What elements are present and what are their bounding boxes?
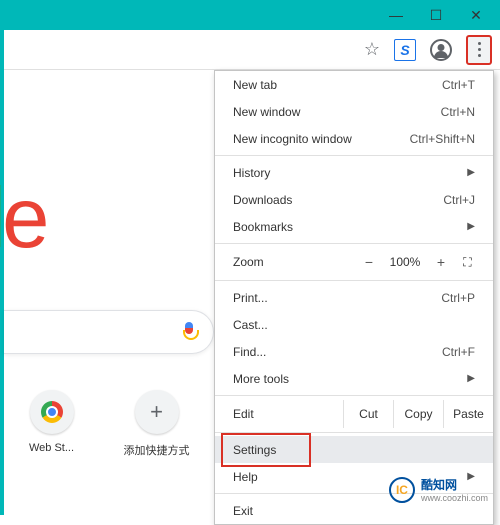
google-logo: gle — [0, 170, 45, 268]
page-content: gle Web St... + 添加快捷方式 New tabCtrl+T New… — [4, 70, 500, 515]
zoom-out-button[interactable]: − — [355, 254, 383, 270]
main-menu-button[interactable] — [466, 35, 492, 65]
menu-settings[interactable]: Settings — [215, 436, 493, 463]
menu-new-tab[interactable]: New tabCtrl+T — [215, 71, 493, 98]
menu-downloads[interactable]: DownloadsCtrl+J — [215, 186, 493, 213]
watermark: IC 酷知网 www.coozhi.com — [389, 476, 488, 503]
chevron-right-icon: ▶ — [467, 167, 475, 178]
chrome-icon — [41, 401, 63, 423]
menu-print[interactable]: Print...Ctrl+P — [215, 284, 493, 311]
menu-edit-row: Edit Cut Copy Paste — [215, 399, 493, 429]
search-input[interactable] — [4, 310, 214, 354]
shortcuts-row: Web St... + 添加快捷方式 — [14, 390, 194, 458]
browser-toolbar: ☆ S — [4, 30, 500, 70]
shortcut-add[interactable]: + 添加快捷方式 — [119, 390, 194, 458]
menu-zoom: Zoom − 100% + ⛶ — [215, 247, 493, 277]
close-button[interactable]: ✕ — [456, 1, 496, 29]
menu-find[interactable]: Find...Ctrl+F — [215, 338, 493, 365]
watermark-logo: IC — [389, 477, 415, 503]
profile-icon[interactable] — [430, 39, 452, 61]
menu-cut[interactable]: Cut — [343, 400, 393, 428]
zoom-in-button[interactable]: + — [427, 254, 455, 270]
plus-icon: + — [150, 399, 163, 425]
fullscreen-button[interactable]: ⛶ — [455, 255, 481, 270]
minimize-button[interactable]: — — [376, 1, 416, 29]
menu-incognito[interactable]: New incognito windowCtrl+Shift+N — [215, 125, 493, 152]
extension-icon[interactable]: S — [394, 39, 416, 61]
chevron-right-icon: ▶ — [467, 373, 475, 384]
voice-search-icon[interactable] — [181, 322, 197, 342]
menu-new-window[interactable]: New windowCtrl+N — [215, 98, 493, 125]
menu-paste[interactable]: Paste — [443, 400, 493, 428]
menu-history[interactable]: History▶ — [215, 159, 493, 186]
zoom-value: 100% — [383, 255, 427, 269]
menu-copy[interactable]: Copy — [393, 400, 443, 428]
chevron-right-icon: ▶ — [467, 221, 475, 232]
bookmark-star-icon[interactable]: ☆ — [364, 39, 380, 60]
maximize-button[interactable]: ☐ — [416, 1, 456, 29]
menu-cast[interactable]: Cast... — [215, 311, 493, 338]
main-menu-dropdown: New tabCtrl+T New windowCtrl+N New incog… — [214, 70, 494, 525]
window-titlebar: — ☐ ✕ — [4, 0, 500, 30]
menu-bookmarks[interactable]: Bookmarks▶ — [215, 213, 493, 240]
menu-more-tools[interactable]: More tools▶ — [215, 365, 493, 392]
shortcut-webstore[interactable]: Web St... — [14, 390, 89, 458]
